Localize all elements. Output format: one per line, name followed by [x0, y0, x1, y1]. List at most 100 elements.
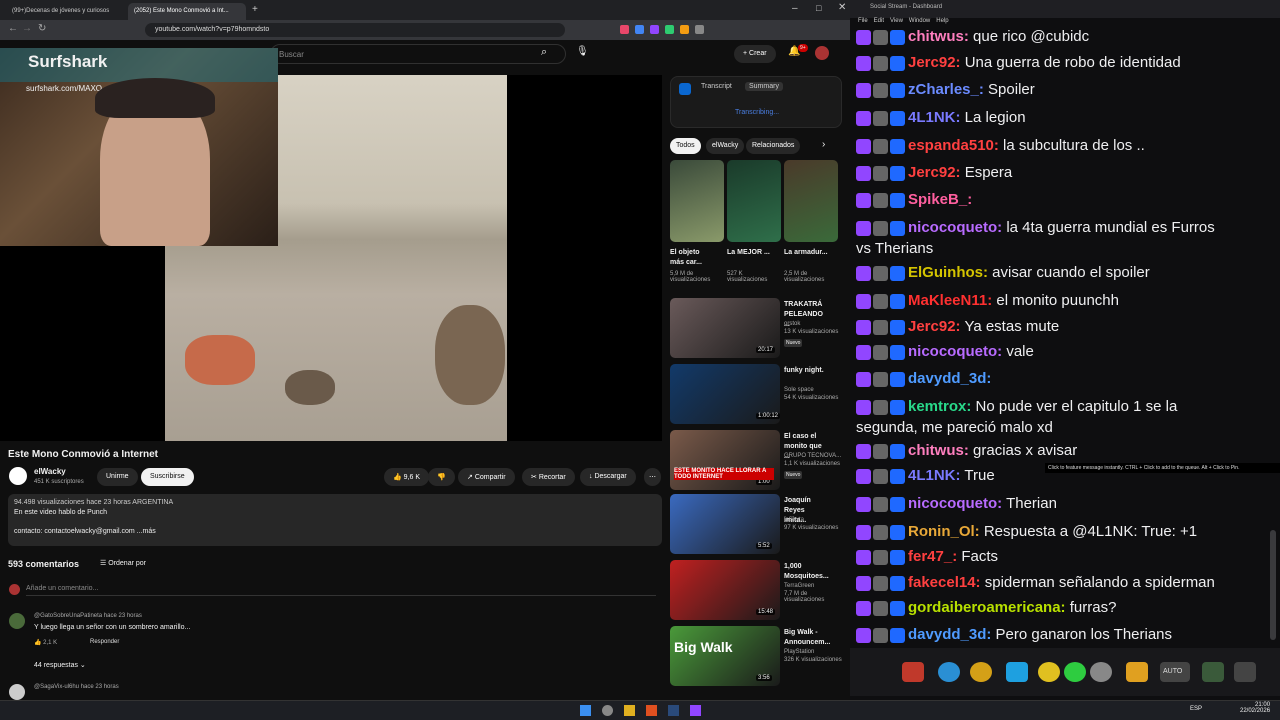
summary-tab[interactable]: Summary: [745, 82, 783, 91]
filter-icon[interactable]: [1006, 662, 1028, 682]
chat-message[interactable]: davydd_3d:: [856, 370, 1276, 387]
chat-username[interactable]: chitwus:: [908, 28, 969, 45]
chat-username[interactable]: SpikeB_:: [908, 191, 972, 208]
dislike-icon[interactable]: 👎: [428, 468, 455, 486]
back-icon[interactable]: ←: [8, 23, 18, 34]
chat-username[interactable]: fer47_:: [908, 548, 957, 565]
chat-username[interactable]: 4L1NK:: [908, 467, 961, 484]
chat-message[interactable]: davydd_3d: Pero ganaron los Therians: [856, 626, 1276, 643]
chevron-right-icon[interactable]: ›: [822, 139, 825, 150]
emoji-icon[interactable]: [1038, 662, 1060, 682]
close-icon[interactable]: ✕: [838, 2, 846, 13]
comment-like-button[interactable]: 👍 2,1 K: [34, 639, 57, 646]
extension-icon[interactable]: [665, 25, 674, 34]
chat-username[interactable]: ElGuinhos:: [908, 264, 988, 281]
chat-message[interactable]: fakecel14: spiderman señalando a spiderm…: [856, 574, 1276, 591]
channel-avatar[interactable]: [9, 467, 27, 485]
rec-channel[interactable]: laSexta: [784, 517, 844, 523]
chat-message[interactable]: Jerc92: Una guerra de robo de identidad: [856, 54, 1276, 71]
rec-title[interactable]: Big Walk - Announcem...: [784, 628, 830, 648]
subscribe-button[interactable]: Suscribirse: [141, 468, 194, 486]
chat-username[interactable]: davydd_3d:: [908, 370, 991, 387]
commenter-avatar[interactable]: [9, 684, 25, 700]
xbox-icon[interactable]: [1064, 662, 1086, 682]
more-icon[interactable]: ⋯: [644, 468, 661, 486]
broom-icon[interactable]: [1126, 662, 1148, 682]
chip-all[interactable]: Todos: [670, 138, 701, 154]
short-thumb-2[interactable]: [727, 160, 781, 242]
rec-channel[interactable]: GRUPO TECNOVA...: [784, 453, 844, 459]
chat-username[interactable]: Ronin_Ol:: [908, 523, 980, 540]
chat-message[interactable]: fer47_: Facts: [856, 548, 1276, 565]
chat-bubble-icon[interactable]: [938, 662, 960, 682]
chat-message[interactable]: nicocoqueto: la 4ta guerra mundial es Fu…: [856, 219, 1276, 236]
comment-author[interactable]: @GatoSobreUnaPatineta hace 23 horas: [34, 613, 142, 619]
chat-message[interactable]: nicocoqueto: vale: [856, 343, 1276, 360]
avatar[interactable]: [815, 46, 829, 60]
pause-button[interactable]: [902, 662, 924, 682]
chat-username[interactable]: espanda510:: [908, 137, 999, 154]
rec-channel[interactable]: PlayStation: [784, 649, 844, 655]
browser-icon[interactable]: [646, 705, 657, 716]
search-input[interactable]: Buscar: [270, 44, 566, 64]
chat-username[interactable]: Jerc92:: [908, 318, 961, 335]
transcript-tab[interactable]: Transcript: [701, 83, 732, 90]
maximize-icon[interactable]: □: [816, 3, 821, 13]
chat-message[interactable]: vs Therians: [856, 240, 1276, 257]
join-button[interactable]: Unirme: [97, 468, 138, 486]
short-thumb-1[interactable]: [670, 160, 724, 242]
create-button[interactable]: + Crear: [734, 45, 776, 63]
bell-icon[interactable]: [970, 662, 992, 682]
channel-name[interactable]: elWacky: [34, 467, 66, 476]
steam-icon[interactable]: [668, 705, 679, 716]
like-button[interactable]: 👍 9,6 K: [384, 468, 430, 486]
reload-icon[interactable]: ↻: [38, 23, 46, 34]
extension-icon[interactable]: [695, 25, 704, 34]
menu-help[interactable]: Help: [936, 18, 948, 24]
chip-related[interactable]: Relacionados: [746, 138, 801, 154]
chat-username[interactable]: zCharles_:: [908, 81, 984, 98]
rec-title[interactable]: funky night.: [784, 366, 828, 376]
chat-username[interactable]: gordaiberoamericana:: [908, 599, 1066, 616]
short-thumb-3[interactable]: [784, 160, 838, 242]
new-tab-icon[interactable]: +: [252, 4, 258, 15]
extension-icon[interactable]: [620, 25, 629, 34]
chat-scrollbar[interactable]: [1270, 530, 1276, 640]
chat-message[interactable]: Jerc92: Espera: [856, 164, 1276, 181]
chat-message[interactable]: MaKleeN11: el monito puunchh: [856, 292, 1276, 309]
chat-message[interactable]: ElGuinhos: avisar cuando el spoiler: [856, 264, 1276, 281]
taskbar-app-icon[interactable]: [602, 705, 613, 716]
chat-message[interactable]: espanda510: la subcultura de los ..: [856, 137, 1276, 154]
rec-channel[interactable]: TerraGreen: [784, 583, 844, 589]
chat-message[interactable]: segunda, me pareció malo xd: [856, 419, 1276, 436]
sort-button[interactable]: ☰ Ordenar por: [100, 559, 146, 567]
menu-view[interactable]: View: [890, 18, 903, 24]
chat-message[interactable]: nicocoqueto: Therian: [856, 495, 1276, 512]
chat-message[interactable]: chitwus: gracias x avisar: [856, 442, 1276, 459]
language-indicator[interactable]: ESP: [1190, 706, 1202, 712]
reply-button[interactable]: Responder: [90, 639, 119, 645]
menu-window[interactable]: Window: [909, 18, 930, 24]
chat-username[interactable]: MaKleeN11:: [908, 292, 992, 309]
clip-button[interactable]: ✂ Recortar: [522, 468, 575, 486]
menu-edit[interactable]: Edit: [874, 18, 884, 24]
short-title-2[interactable]: La MEJOR ...: [727, 248, 771, 258]
chat-message[interactable]: SpikeB_:: [856, 191, 1276, 208]
minimize-icon[interactable]: –: [792, 3, 798, 14]
chat-message[interactable]: zCharles_: Spoiler: [856, 81, 1276, 98]
extension-icon[interactable]: [635, 25, 644, 34]
chip-channel[interactable]: elWacky: [706, 138, 745, 154]
chevron-down-icon[interactable]: [1234, 662, 1256, 682]
rec-channel[interactable]: orstok: [784, 321, 844, 327]
volume-icon[interactable]: [1202, 662, 1224, 682]
chat-username[interactable]: nicocoqueto:: [908, 495, 1002, 512]
share-button[interactable]: ↗ Compartir: [458, 468, 515, 486]
chat-username[interactable]: davydd_3d:: [908, 626, 991, 643]
forward-icon[interactable]: →: [22, 23, 32, 34]
chat-username[interactable]: kemtrox:: [908, 398, 971, 415]
mic-icon[interactable]: 🎙: [576, 46, 589, 57]
chat-username[interactable]: nicocoqueto:: [908, 343, 1002, 360]
search-icon[interactable]: ⌕: [541, 46, 547, 59]
chat-username[interactable]: nicocoqueto:: [908, 219, 1002, 236]
chat-message[interactable]: kemtrox: No pude ver el capitulo 1 se la: [856, 398, 1276, 415]
